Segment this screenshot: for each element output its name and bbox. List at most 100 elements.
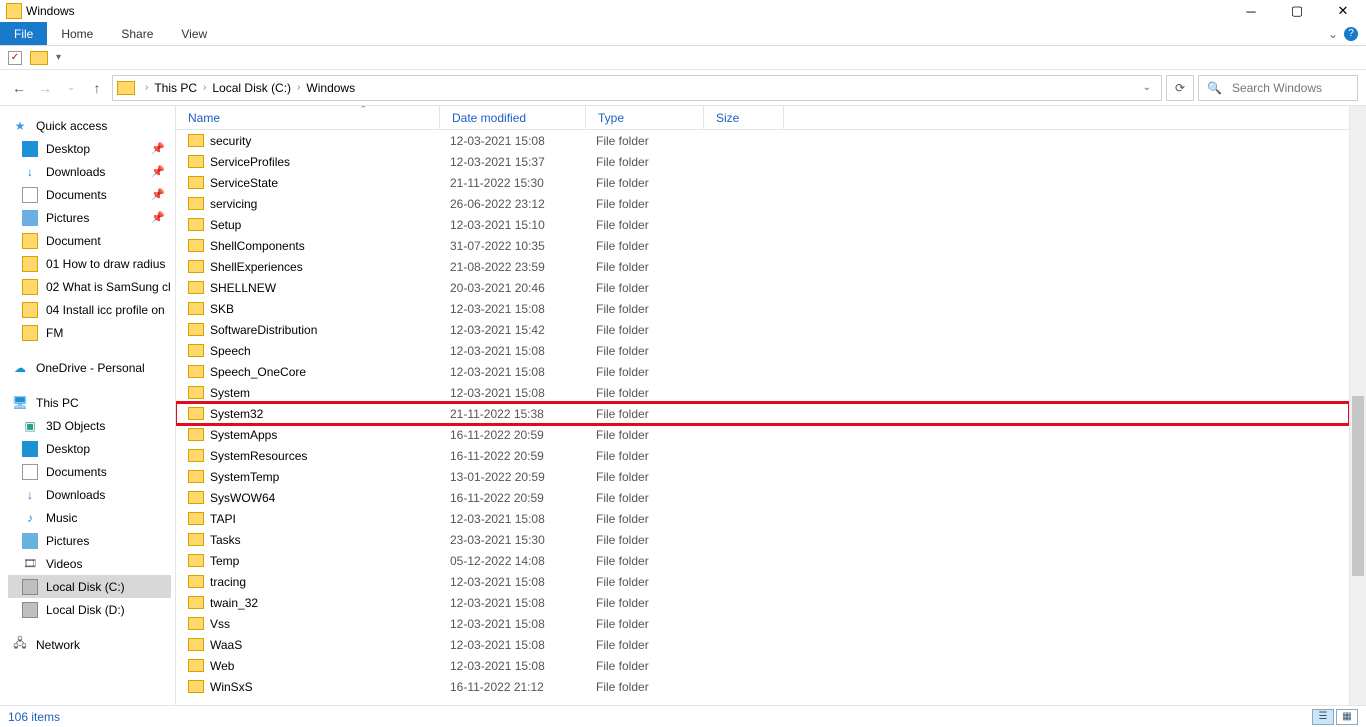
file-row[interactable]: Setup12-03-2021 15:10File folder (176, 214, 1349, 235)
crumb-local-disk-c[interactable]: Local Disk (C:) (212, 81, 291, 95)
file-row[interactable]: Speech_OneCore12-03-2021 15:08File folde… (176, 361, 1349, 382)
col-name[interactable]: Name⌃ (176, 106, 440, 129)
properties-icon[interactable]: ✓ (8, 51, 22, 65)
file-row[interactable]: ShellComponents31-07-2022 10:35File fold… (176, 235, 1349, 256)
sort-indicator-icon: ⌃ (359, 106, 367, 115)
help-icon[interactable]: ? (1344, 27, 1358, 41)
doc-icon (22, 187, 38, 203)
maximize-button[interactable]: ▢ (1274, 0, 1320, 22)
search-input[interactable]: 🔍 Search Windows (1198, 75, 1358, 101)
file-row[interactable]: SHELLNEW20-03-2021 20:46File folder (176, 277, 1349, 298)
forward-button[interactable]: → (34, 77, 56, 99)
nav-network[interactable]: Network (8, 633, 171, 656)
nav-item[interactable]: Documents📌 (8, 183, 171, 206)
crumb-this-pc[interactable]: This PC (154, 81, 197, 95)
file-row[interactable]: System12-03-2021 15:08File folder (176, 382, 1349, 403)
file-date: 26-06-2022 23:12 (450, 197, 596, 211)
file-date: 12-03-2021 15:10 (450, 218, 596, 232)
refresh-button[interactable]: ⟳ (1166, 75, 1194, 101)
file-row[interactable]: ServiceState21-11-2022 15:30File folder (176, 172, 1349, 193)
nav-this-pc[interactable]: This PC (8, 391, 171, 414)
file-row[interactable]: Speech12-03-2021 15:08File folder (176, 340, 1349, 361)
tab-file[interactable]: File (0, 22, 47, 45)
file-name: SHELLNEW (210, 281, 450, 295)
scrollbar-thumb[interactable] (1352, 396, 1364, 576)
file-row[interactable]: SKB12-03-2021 15:08File folder (176, 298, 1349, 319)
file-type: File folder (596, 491, 714, 505)
file-type: File folder (596, 365, 714, 379)
file-row[interactable]: SystemTemp13-01-2022 20:59File folder (176, 466, 1349, 487)
col-type[interactable]: Type (586, 106, 704, 129)
minimize-button[interactable]: ─ (1228, 0, 1274, 22)
close-button[interactable]: ✕ (1320, 0, 1366, 22)
back-button[interactable]: ← (8, 77, 30, 99)
file-row[interactable]: security12-03-2021 15:08File folder (176, 130, 1349, 151)
up-button[interactable]: ↑ (86, 77, 108, 99)
nav-item[interactable]: Downloads (8, 483, 171, 506)
file-row[interactable]: ServiceProfiles12-03-2021 15:37File fold… (176, 151, 1349, 172)
file-name: servicing (210, 197, 450, 211)
details-view-button[interactable]: ☰ (1312, 709, 1334, 725)
folder-icon (188, 512, 204, 525)
file-row[interactable]: SystemResources16-11-2022 20:59File fold… (176, 445, 1349, 466)
file-type: File folder (596, 617, 714, 631)
file-name: ServiceProfiles (210, 155, 450, 169)
nav-onedrive[interactable]: OneDrive - Personal (8, 356, 171, 379)
qat-dropdown-icon[interactable]: ▾ (56, 52, 61, 63)
file-row[interactable]: Vss12-03-2021 15:08File folder (176, 613, 1349, 634)
recent-dropdown-icon[interactable]: ⌄ (60, 77, 82, 99)
tab-share[interactable]: Share (107, 22, 167, 45)
file-row[interactable]: System3221-11-2022 15:38File folder (176, 403, 1349, 424)
large-icons-view-button[interactable]: ▦ (1336, 709, 1358, 725)
nav-item[interactable]: Document (8, 229, 171, 252)
nav-item[interactable]: Local Disk (C:) (8, 575, 171, 598)
file-row[interactable]: WinSxS16-11-2022 21:12File folder (176, 676, 1349, 697)
folder-icon (188, 365, 204, 378)
tab-home[interactable]: Home (47, 22, 107, 45)
nav-item[interactable]: 02 What is SamSung cloud (8, 275, 171, 298)
file-row[interactable]: ShellExperiences21-08-2022 23:59File fol… (176, 256, 1349, 277)
file-row[interactable]: SoftwareDistribution12-03-2021 15:42File… (176, 319, 1349, 340)
file-row[interactable]: Web12-03-2021 15:08File folder (176, 655, 1349, 676)
nav-item[interactable]: Downloads📌 (8, 160, 171, 183)
vertical-scrollbar[interactable] (1349, 106, 1366, 705)
nav-quick-access[interactable]: Quick access (8, 114, 171, 137)
file-row[interactable]: SystemApps16-11-2022 20:59File folder (176, 424, 1349, 445)
nav-item[interactable]: Desktop📌 (8, 137, 171, 160)
nav-item[interactable]: Pictures (8, 529, 171, 552)
file-row[interactable]: tracing12-03-2021 15:08File folder (176, 571, 1349, 592)
file-date: 12-03-2021 15:08 (450, 575, 596, 589)
nav-item[interactable]: 04 Install icc profile on (8, 298, 171, 321)
file-row[interactable]: Temp05-12-2022 14:08File folder (176, 550, 1349, 571)
file-row[interactable]: WaaS12-03-2021 15:08File folder (176, 634, 1349, 655)
crumb-windows[interactable]: Windows (306, 81, 355, 95)
nav-item[interactable]: 3D Objects (8, 414, 171, 437)
file-row[interactable]: twain_3212-03-2021 15:08File folder (176, 592, 1349, 613)
file-row[interactable]: TAPI12-03-2021 15:08File folder (176, 508, 1349, 529)
file-name: SystemTemp (210, 470, 450, 484)
col-date[interactable]: Date modified (440, 106, 586, 129)
folder-icon (188, 617, 204, 630)
tab-view[interactable]: View (167, 22, 221, 45)
file-type: File folder (596, 554, 714, 568)
nav-item[interactable]: FM (8, 321, 171, 344)
nav-item[interactable]: Music (8, 506, 171, 529)
address-dropdown-icon[interactable]: ⌄ (1137, 82, 1157, 93)
file-row[interactable]: Tasks23-03-2021 15:30File folder (176, 529, 1349, 550)
file-row[interactable]: SysWOW6416-11-2022 20:59File folder (176, 487, 1349, 508)
folder-icon (188, 239, 204, 252)
col-size[interactable]: Size (704, 106, 784, 129)
nav-item[interactable]: Videos (8, 552, 171, 575)
nav-item[interactable]: Desktop (8, 437, 171, 460)
vid-icon (22, 556, 38, 572)
new-folder-icon[interactable] (30, 51, 48, 65)
nav-item[interactable]: Local Disk (D:) (8, 598, 171, 621)
nav-item[interactable]: Documents (8, 460, 171, 483)
file-row[interactable]: servicing26-06-2022 23:12File folder (176, 193, 1349, 214)
nav-item[interactable]: Pictures📌 (8, 206, 171, 229)
ribbon-expand-icon[interactable]: ⌄ (1328, 27, 1338, 41)
address-box[interactable]: ›This PC ›Local Disk (C:) ›Windows ⌄ (112, 75, 1162, 101)
folder-icon (188, 470, 204, 483)
nav-item[interactable]: 01 How to draw radius (8, 252, 171, 275)
file-date: 12-03-2021 15:08 (450, 659, 596, 673)
